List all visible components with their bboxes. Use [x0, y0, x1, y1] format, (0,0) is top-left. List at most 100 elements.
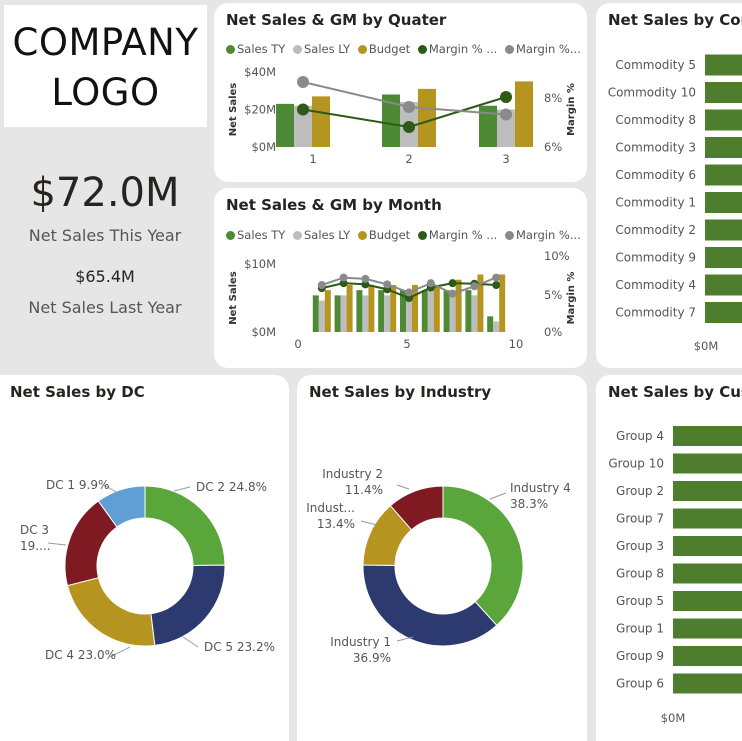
commodity-chart-card[interactable]: Net Sales by Com Commodity 5 Commodity 10… — [596, 3, 742, 368]
line-point — [405, 288, 413, 297]
leader-line — [173, 486, 191, 492]
logo-line-1: COMPANY — [12, 21, 199, 64]
y2-tick-label: 5% — [544, 288, 562, 302]
kpi-net-sales-ty-label: Net Sales This Year — [28, 226, 182, 245]
y-tick-label: $0M — [251, 140, 276, 154]
slice-data-label: Industry 4 — [510, 481, 571, 495]
slice-data-label: 11.4% — [345, 483, 383, 497]
bar-sales-ty — [276, 103, 294, 147]
bar-category-label: Group 8 — [616, 567, 664, 581]
bar-group-6 — [673, 673, 742, 694]
line-point — [448, 279, 457, 288]
slice-data-label: 19.... — [20, 539, 51, 553]
bar-category-label: Group 2 — [616, 484, 664, 498]
bar-category-label: Group 9 — [616, 649, 664, 663]
leader-line — [182, 636, 199, 648]
slice-dc-2 — [144, 485, 226, 566]
bar-commodity-9 — [705, 247, 742, 268]
bar-group-5 — [673, 591, 742, 611]
bar-group-9 — [673, 646, 742, 666]
bar-category-label: Group 4 — [616, 429, 664, 443]
y2-axis-title: Margin % — [566, 272, 577, 325]
slice-industry-1 — [362, 564, 498, 647]
month-combo-chart: $0M $10M 0% 5% 10% Net Sales Margin % 0 5 10 — [228, 249, 577, 351]
slice-data-label: DC 3 — [20, 523, 49, 537]
bar-sales-ly — [427, 290, 434, 332]
kpi-net-sales-ty-value: $72.0M — [30, 170, 180, 216]
commodity-bar-chart: Commodity 5 Commodity 10 Commodity 8 Commod… — [608, 54, 742, 353]
line-point — [403, 101, 415, 113]
y2-tick-label: 6% — [544, 140, 562, 154]
kpi-net-sales-ly-label: Net Sales Last Year — [28, 298, 182, 317]
bar-sales-ly — [384, 295, 391, 332]
bar-category-label: Group 7 — [616, 512, 664, 526]
bar-budget — [346, 284, 353, 332]
bar-category-label: Commodity 9 — [615, 251, 696, 265]
bar-sales-ly — [362, 295, 369, 332]
y-tick-label: $40M — [244, 65, 276, 79]
bar-category-label: Commodity 4 — [615, 278, 696, 292]
y2-axis-title: Margin % — [566, 83, 577, 136]
x-tick-label: 5 — [403, 337, 410, 351]
slice-dc-5 — [150, 564, 226, 646]
bar-commodity-1 — [705, 192, 742, 213]
slice-dc-4 — [66, 577, 156, 647]
bar-category-label: Group 6 — [616, 677, 664, 691]
bar-commodity-6 — [705, 164, 742, 186]
x-tick-label: 3 — [502, 152, 509, 166]
bar-sales-ty — [487, 316, 494, 332]
bar-budget — [499, 274, 506, 332]
line-point — [448, 289, 457, 298]
bar-sales-ly — [449, 295, 456, 332]
bar-category-label: Commodity 1 — [615, 196, 696, 210]
bar-commodity-10 — [705, 82, 742, 103]
bar-group-7 — [673, 508, 742, 529]
dc-chart-card[interactable]: Net Sales by DC DC 2 24.8% DC 5 23.2% DC 4… — [0, 375, 289, 741]
company-logo: COMPANY LOGO — [4, 5, 207, 127]
bar-commodity-7 — [705, 302, 742, 323]
bar-sales-ty — [443, 290, 450, 332]
logo-line-2: LOGO — [51, 71, 160, 114]
bar-group-3 — [673, 536, 742, 556]
bar-budget — [324, 290, 331, 332]
customer-chart-card[interactable]: Net Sales by Cust Group 4Group 10Group 2… — [596, 375, 742, 741]
leader-line — [489, 492, 507, 500]
bar-budget — [312, 96, 330, 147]
line-point — [426, 279, 435, 288]
slice-data-label: 38.3% — [510, 497, 548, 511]
slice-data-label: Industry 2 — [322, 467, 383, 481]
bar-group-1 — [673, 618, 742, 639]
bar-category-label: Commodity 3 — [615, 141, 696, 155]
line-point — [297, 103, 309, 116]
slice-data-label: DC 5 23.2% — [204, 640, 275, 654]
industry-donut-chart: Industry 4 38.3% Industry 1 36.9% Indust... 1… — [306, 467, 571, 665]
line-point — [470, 282, 479, 291]
bar-category-label: Commodity 6 — [615, 168, 696, 182]
slice-data-label: DC 1 9.9% — [46, 478, 109, 492]
y2-tick-label: 0% — [544, 325, 562, 339]
bar-budget — [515, 81, 533, 147]
bar-group-2 — [673, 481, 742, 501]
bar-category-label: Commodity 2 — [615, 223, 696, 237]
bar-sales-ty — [334, 295, 341, 332]
bar-sales-ly — [318, 300, 325, 332]
y-tick-label: $0M — [251, 325, 276, 339]
bar-commodity-3 — [705, 137, 742, 158]
quarter-chart-card[interactable]: Net Sales & GM by Quater Sales TY Sales … — [214, 3, 587, 182]
industry-chart-card[interactable]: Net Sales by Industry Industry 4 38.3% Ind… — [297, 375, 587, 741]
line-point — [339, 273, 348, 282]
x-tick-label: 0 — [294, 337, 301, 351]
bar-budget — [455, 279, 462, 332]
bar-sales-ly — [471, 295, 478, 332]
bar-category-label: Commodity 8 — [615, 113, 696, 127]
slice-data-label: Industry 1 — [330, 635, 391, 649]
x-tick-label: $0M — [661, 711, 686, 725]
month-chart-card[interactable]: Net Sales & GM by Month Sales TY Sales L… — [214, 188, 587, 368]
bar-commodity-8 — [705, 109, 742, 131]
bar-category-label: Group 3 — [616, 539, 664, 553]
slice-data-label: 13.4% — [317, 517, 355, 531]
line-point — [317, 281, 326, 290]
x-tick-label: 1 — [309, 152, 316, 166]
line-point — [403, 121, 415, 133]
y-tick-label: $20M — [244, 103, 276, 117]
